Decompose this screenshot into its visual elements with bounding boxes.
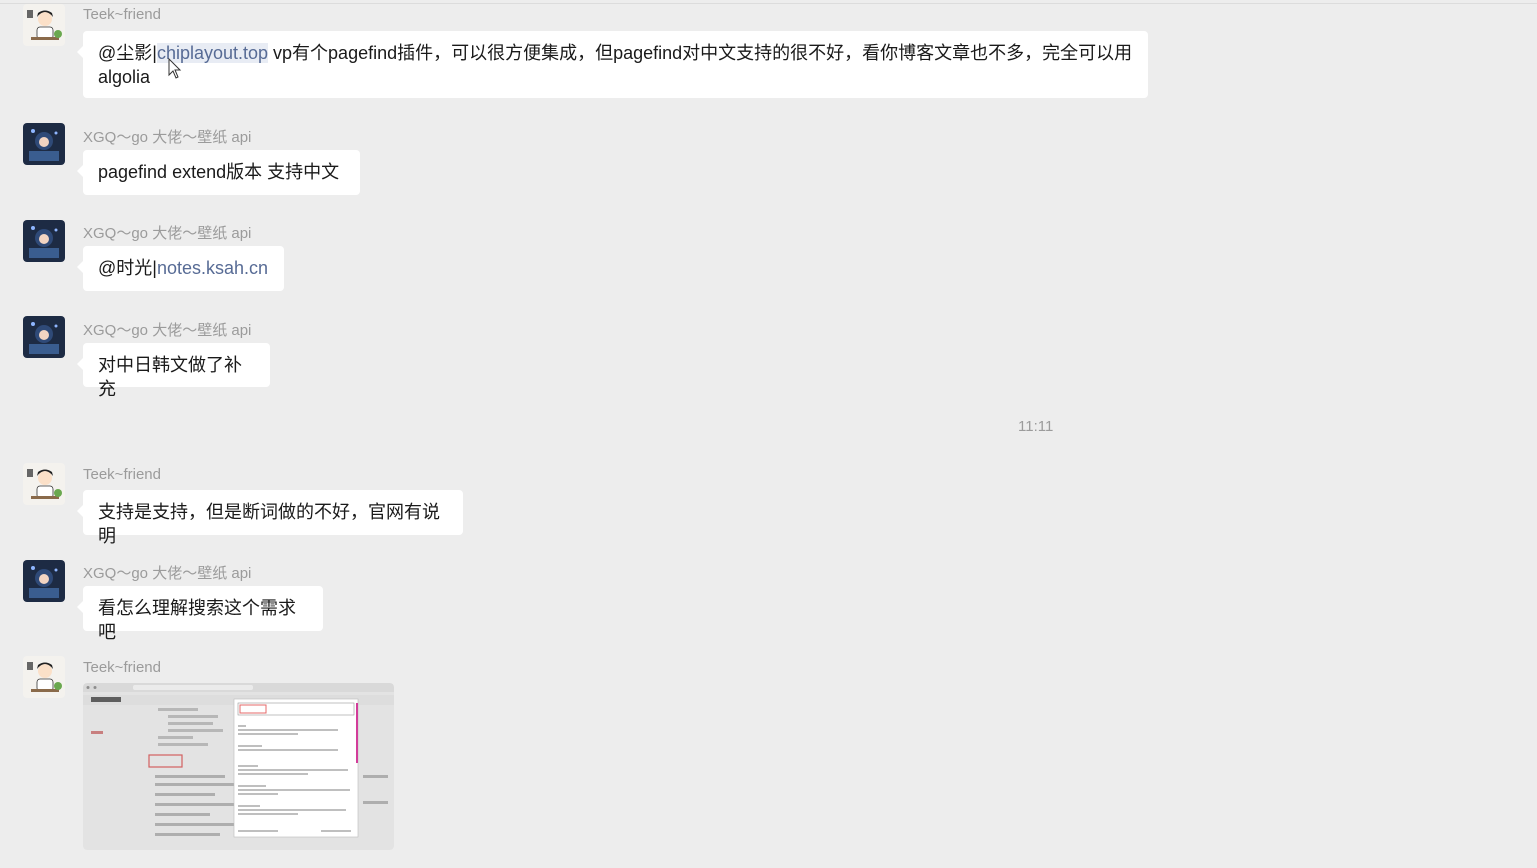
sender-name[interactable]: XGQ～go 大佬～壁纸 api xyxy=(83,562,251,583)
avatar-xgq[interactable] xyxy=(23,220,65,262)
message-text: 对中日韩文做了补充 xyxy=(98,355,242,399)
avatar-teek[interactable] xyxy=(23,4,65,46)
message-text: 看怎么理解搜索这个需求吧 xyxy=(98,598,296,642)
top-divider xyxy=(0,3,1537,4)
avatar-xgq[interactable] xyxy=(23,560,65,602)
link[interactable]: notes.ksah.cn xyxy=(157,258,268,278)
message-bubble[interactable]: 支持是支持，但是断词做的不好，官网有说明 xyxy=(77,490,463,546)
message-bubble[interactable]: 对中日韩文做了补充 xyxy=(77,343,270,399)
message-bubble[interactable]: 看怎么理解搜索这个需求吧 xyxy=(77,586,323,642)
sender-name[interactable]: XGQ～go 大佬～壁纸 api xyxy=(83,319,251,340)
message-bubble[interactable]: @时光|notes.ksah.cn xyxy=(77,246,284,291)
avatar-teek[interactable] xyxy=(23,656,65,698)
avatar-teek[interactable] xyxy=(23,463,65,505)
avatar-xgq[interactable] xyxy=(23,316,65,358)
message-text: vp有个pagefind插件，可以很方便集成，但pagefind对中文支持的很不… xyxy=(268,43,1133,63)
message-bubble[interactable]: pagefind extend版本 支持中文 xyxy=(77,150,360,195)
avatar-xgq[interactable] xyxy=(23,123,65,165)
sender-name[interactable]: Teek~friend xyxy=(83,659,161,676)
mention[interactable]: @时光| xyxy=(98,258,157,278)
message-text: 支持是支持，但是断词做的不好，官网有说明 xyxy=(98,502,440,546)
mouse-cursor-icon xyxy=(168,58,182,79)
sender-name[interactable]: XGQ～go 大佬～壁纸 api xyxy=(83,222,251,243)
message-text: pagefind extend版本 支持中文 xyxy=(98,162,340,182)
message-text-cont: algolia xyxy=(98,67,151,87)
timestamp: 11:11 xyxy=(1018,418,1054,435)
image-message[interactable] xyxy=(83,683,394,850)
screenshot-thumbnail-image xyxy=(83,683,394,850)
sender-name[interactable]: XGQ～go 大佬～壁纸 api xyxy=(83,126,251,147)
sender-name[interactable]: Teek~friend xyxy=(83,466,161,483)
sender-name[interactable]: Teek~friend xyxy=(83,6,161,23)
message-bubble[interactable]: @尘影|chiplayout.top vp有个pagefind插件，可以很方便集… xyxy=(77,31,1148,98)
mention[interactable]: @尘影| xyxy=(98,43,157,63)
